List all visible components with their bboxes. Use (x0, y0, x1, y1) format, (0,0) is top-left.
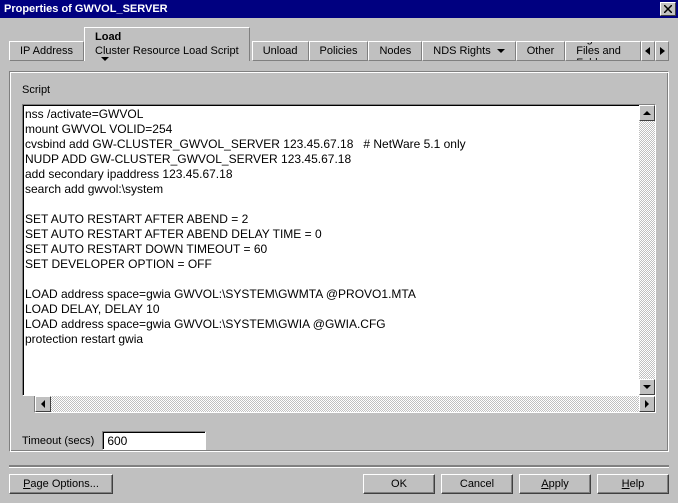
tab-rights-files[interactable]: Rights to Files and Fold (565, 41, 641, 61)
script-panel: Script nss /activate=GWVOL mount GWVOL V… (9, 71, 669, 452)
timeout-label: Timeout (secs) (22, 435, 94, 447)
scroll-track-h[interactable] (51, 396, 639, 412)
tab-ip-address[interactable]: IP Address (9, 41, 84, 61)
close-button[interactable] (660, 2, 676, 16)
scroll-left-icon[interactable] (35, 396, 51, 412)
tab-label: Other (527, 45, 555, 57)
tab-policies[interactable]: Policies (309, 41, 369, 61)
vertical-scrollbar[interactable] (639, 105, 655, 395)
ok-button[interactable]: OK (363, 474, 435, 494)
help-button[interactable]: Help (597, 474, 669, 494)
script-text-content[interactable]: nss /activate=GWVOL mount GWVOL VOLID=25… (23, 105, 639, 395)
tab-nodes[interactable]: Nodes (368, 41, 422, 61)
tab-load[interactable]: Load Cluster Resource Load Script (84, 27, 250, 61)
title-bar: Properties of GWVOL_SERVER (0, 0, 678, 18)
tab-nds-rights[interactable]: NDS Rights (422, 41, 515, 61)
tab-label: Unload (263, 45, 298, 57)
scroll-right-icon[interactable] (639, 396, 655, 412)
window-title: Properties of GWVOL_SERVER (4, 3, 658, 15)
tab-scroll-right[interactable] (655, 41, 669, 61)
tab-row: IP Address Load Cluster Resource Load Sc… (9, 27, 669, 61)
horizontal-scrollbar[interactable] (34, 395, 656, 413)
scroll-track[interactable] (639, 121, 655, 379)
cancel-button[interactable]: Cancel (441, 474, 513, 494)
script-label: Script (22, 84, 656, 96)
scroll-down-icon[interactable] (639, 379, 655, 395)
button-bar: Page Options... OK Cancel Apply Help (9, 465, 669, 494)
window-body: IP Address Load Cluster Resource Load Sc… (0, 18, 678, 503)
timeout-input[interactable] (102, 431, 206, 450)
scroll-up-icon[interactable] (639, 105, 655, 121)
page-options-button[interactable]: Page Options... (9, 474, 113, 494)
tab-unload[interactable]: Unload (252, 41, 309, 61)
script-textarea[interactable]: nss /activate=GWVOL mount GWVOL VOLID=25… (22, 104, 656, 396)
tab-label: Policies (320, 45, 358, 57)
tab-label: NDS Rights (433, 45, 490, 57)
tab-label: Rights to Files and Fold (576, 41, 630, 61)
tab-subtitle: Cluster Resource Load Script (95, 45, 239, 57)
timeout-row: Timeout (secs) (22, 431, 656, 450)
apply-button[interactable]: Apply (519, 474, 591, 494)
tab-other[interactable]: Other (516, 41, 566, 61)
tab-label: IP Address (20, 45, 73, 57)
tab-scroll-left[interactable] (641, 41, 655, 61)
tab-label: Load (95, 31, 121, 43)
tab-label: Nodes (379, 45, 411, 57)
